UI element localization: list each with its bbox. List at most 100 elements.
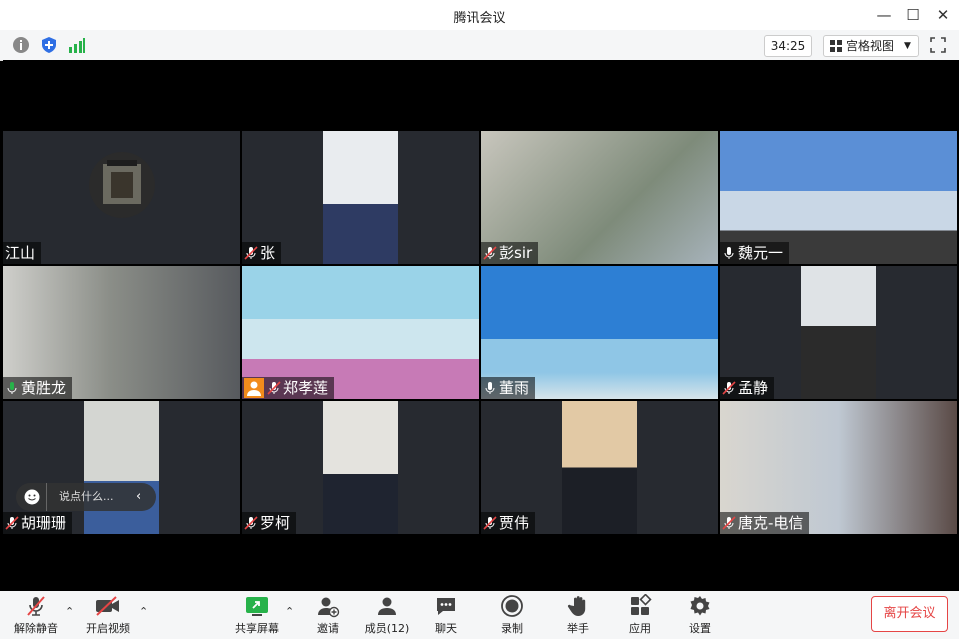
meeting-info-bar (0, 30, 959, 61)
mic-muted-icon (244, 516, 258, 530)
participant-name: 罗柯 (260, 514, 291, 532)
start-video-button[interactable]: 开启视频 (76, 591, 140, 639)
gear-icon (690, 596, 710, 616)
apps-button[interactable]: 应用 (608, 591, 672, 639)
video-feed (323, 131, 398, 264)
camera-off-icon (96, 596, 119, 616)
maximize-button[interactable]: ☐ (902, 4, 924, 26)
shield-icon[interactable] (40, 36, 58, 54)
participant-name: 江山 (5, 244, 36, 262)
participant-name-tag: 孟静 (720, 377, 775, 399)
leave-meeting-button[interactable]: 离开会议 (871, 596, 948, 632)
unmute-button[interactable]: 解除静音 (4, 591, 68, 639)
video-feed (323, 401, 398, 534)
mic-muted-icon (267, 381, 281, 395)
video-tile[interactable]: 魏元一 (720, 131, 957, 264)
view-mode-label: 宫格视图 (846, 39, 895, 53)
video-tile[interactable]: 郑孝莲 (242, 266, 479, 399)
collapse-chevron-icon[interactable]: ‹ (136, 483, 141, 511)
raise-hand-label: 举手 (567, 622, 589, 635)
participant-name-tag: 董雨 (481, 377, 536, 399)
signal-icon[interactable] (68, 36, 86, 54)
mic-muted-icon (483, 516, 497, 530)
video-tile[interactable]: 唐克-电信 (720, 401, 957, 534)
participant-name-tag: 胡珊珊 (3, 512, 73, 534)
participant-name-tag: 唐克-电信 (720, 512, 810, 534)
video-grid: 江山 张 彭sir 魏元一 黄胜龙 郑孝莲 董雨 孟静 胡珊珊 罗柯 贾伟 唐克… (3, 60, 959, 591)
video-feed (562, 401, 637, 534)
chat-icon (437, 598, 455, 615)
mic-options-chevron-icon[interactable]: ⌃ (65, 605, 74, 618)
close-button[interactable]: ✕ (932, 4, 954, 26)
grid-icon (830, 40, 842, 52)
mic-muted-icon (244, 246, 258, 260)
video-tile[interactable]: 彭sir (481, 131, 718, 264)
video-tile[interactable]: 黄胜龙 (3, 266, 240, 399)
chevron-down-icon: ▼ (904, 41, 911, 51)
hand-icon (567, 596, 586, 616)
mic-muted-icon (5, 516, 19, 530)
record-label: 录制 (501, 622, 523, 635)
video-tile[interactable]: 罗柯 (242, 401, 479, 534)
settings-button[interactable]: 设置 (668, 591, 732, 639)
participant-name: 唐克-电信 (738, 514, 804, 532)
chat-button[interactable]: 聊天 (414, 591, 478, 639)
record-icon (501, 595, 523, 617)
mic-icon (485, 382, 495, 394)
participant-name-tag: 魏元一 (720, 242, 790, 264)
invite-button[interactable]: 邀请 (296, 591, 360, 639)
members-label: 成员(12) (364, 622, 410, 635)
participant-name-tag: 罗柯 (242, 512, 297, 534)
video-tile[interactable]: 孟静 (720, 266, 957, 399)
start-video-label: 开启视频 (86, 622, 130, 635)
participant-name-tag: 张 (242, 242, 282, 264)
settings-label: 设置 (689, 622, 711, 635)
participant-name: 胡珊珊 (21, 514, 67, 532)
title-bar: 腾讯会议 — ☐ ✕ (0, 0, 959, 30)
unmute-label: 解除静音 (14, 622, 58, 635)
share-screen-icon (246, 597, 268, 616)
share-options-chevron-icon[interactable]: ⌃ (285, 605, 294, 618)
mic-active-icon (7, 382, 17, 394)
share-screen-label: 共享屏幕 (235, 622, 279, 635)
fullscreen-icon[interactable] (930, 37, 946, 53)
host-icon (244, 378, 264, 398)
meeting-toolbar: 解除静音 ⌃ 开启视频 ⌃ 共享屏幕 ⌃ 邀请 成员(12) 聊天 录制 举手 … (0, 591, 959, 639)
video-options-chevron-icon[interactable]: ⌃ (139, 605, 148, 618)
participant-name: 魏元一 (738, 244, 784, 262)
share-screen-button[interactable]: 共享屏幕 (225, 591, 289, 639)
participant-name: 贾伟 (499, 514, 530, 532)
meeting-timer: 34:25 (764, 35, 812, 57)
participant-name: 郑孝莲 (283, 379, 329, 397)
emoji-icon[interactable] (24, 489, 40, 505)
mic-muted-icon (722, 381, 736, 395)
apps-icon (631, 594, 652, 615)
chat-label: 聊天 (435, 622, 457, 635)
video-tile[interactable]: 胡珊珊 (3, 401, 240, 534)
chat-quick-input[interactable]: 说点什么... ‹ (16, 483, 156, 511)
video-tile[interactable]: 张 (242, 131, 479, 264)
participant-name-tag: 江山 (3, 242, 42, 264)
mic-muted-icon (722, 516, 736, 530)
participant-name: 张 (260, 244, 276, 262)
participant-name-tag: 彭sir (481, 242, 539, 264)
video-tile[interactable]: 董雨 (481, 266, 718, 399)
participant-name: 黄胜龙 (21, 379, 67, 397)
participant-name-tag: 郑孝莲 (242, 377, 335, 399)
video-feed (801, 266, 876, 399)
members-button[interactable]: 成员(12) (355, 591, 419, 639)
apps-label: 应用 (629, 622, 651, 635)
minimize-button[interactable]: — (873, 4, 895, 26)
view-mode-dropdown[interactable]: 宫格视图 ▼ (823, 35, 919, 57)
participant-name: 彭sir (499, 244, 533, 262)
video-tile[interactable]: 江山 (3, 131, 240, 264)
add-user-icon (318, 597, 340, 618)
info-icon[interactable] (12, 36, 30, 54)
invite-label: 邀请 (317, 622, 339, 635)
mic-icon (724, 247, 734, 259)
video-tile[interactable]: 贾伟 (481, 401, 718, 534)
raise-hand-button[interactable]: 举手 (546, 591, 610, 639)
chat-placeholder: 说点什么... (59, 490, 114, 503)
record-button[interactable]: 录制 (480, 591, 544, 639)
window-title: 腾讯会议 (453, 11, 506, 26)
